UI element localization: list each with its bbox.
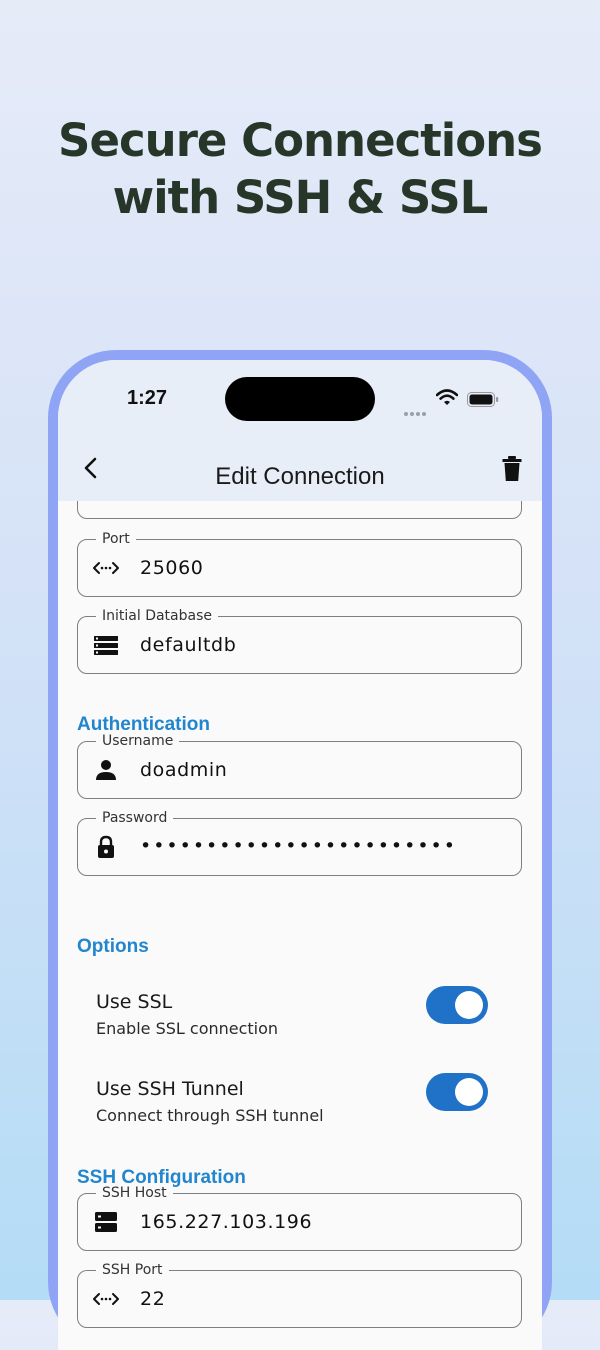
promo-headline: Secure Connections with SSH & SSL bbox=[0, 112, 600, 226]
ssh-host-field[interactable]: SSH Host 165.227.103.196 bbox=[77, 1184, 522, 1251]
ssh-tunnel-option-title: Use SSH Tunnel bbox=[96, 1078, 244, 1100]
delete-button[interactable] bbox=[501, 455, 523, 483]
server-icon bbox=[95, 1212, 117, 1232]
ssl-toggle[interactable] bbox=[426, 986, 488, 1024]
ssl-option-title: Use SSL bbox=[96, 991, 173, 1013]
ssh-host-input[interactable]: 165.227.103.196 bbox=[140, 1211, 312, 1233]
options-heading: Options bbox=[77, 936, 149, 957]
page-title: Edit Connection bbox=[215, 463, 385, 490]
password-input[interactable]: •••••••••••••••••••••••• bbox=[140, 835, 457, 857]
battery-icon bbox=[467, 392, 499, 407]
port-input[interactable]: 25060 bbox=[140, 557, 203, 579]
wifi-icon bbox=[436, 389, 458, 405]
phone-frame: 1:27 Edit Connection Port 25060 Initial … bbox=[48, 350, 552, 1350]
ssh-port-input[interactable]: 22 bbox=[140, 1288, 165, 1310]
ssh-port-label: SSH Port bbox=[96, 1261, 169, 1279]
port-field[interactable]: Port 25060 bbox=[77, 530, 522, 597]
code-arrows-icon bbox=[93, 1293, 119, 1305]
ssh-host-label: SSH Host bbox=[96, 1184, 173, 1202]
ssh-port-field[interactable]: SSH Port 22 bbox=[77, 1261, 522, 1328]
app-screen: 1:27 Edit Connection Port 25060 Initial … bbox=[58, 360, 542, 1350]
database-input[interactable]: defaultdb bbox=[140, 634, 236, 656]
username-field[interactable]: Username doadmin bbox=[77, 732, 522, 799]
password-label: Password bbox=[96, 809, 174, 827]
previous-field-bottom bbox=[77, 501, 522, 519]
person-icon bbox=[96, 760, 116, 780]
ssh-tunnel-option-subtitle: Connect through SSH tunnel bbox=[96, 1106, 324, 1125]
password-field[interactable]: Password •••••••••••••••••••••••• bbox=[77, 809, 522, 876]
dynamic-island bbox=[225, 377, 375, 421]
lock-icon bbox=[98, 835, 114, 858]
cellular-signal-icon bbox=[404, 401, 428, 420]
ssh-tunnel-toggle[interactable] bbox=[426, 1073, 488, 1111]
port-label: Port bbox=[96, 530, 136, 548]
status-time: 1:27 bbox=[127, 387, 168, 409]
headline-line-2: with SSH & SSL bbox=[112, 171, 489, 224]
form-content: Port 25060 Initial Database defaultdb Au… bbox=[58, 501, 542, 1350]
username-label: Username bbox=[96, 732, 180, 750]
database-field[interactable]: Initial Database defaultdb bbox=[77, 607, 522, 674]
ssl-option-subtitle: Enable SSL connection bbox=[96, 1019, 279, 1038]
code-arrows-icon bbox=[93, 562, 119, 574]
username-input[interactable]: doadmin bbox=[140, 759, 227, 781]
database-label: Initial Database bbox=[96, 607, 218, 625]
top-bar: 1:27 Edit Connection bbox=[58, 360, 542, 501]
list-icon bbox=[94, 636, 118, 655]
headline-line-1: Secure Connections bbox=[58, 114, 543, 167]
